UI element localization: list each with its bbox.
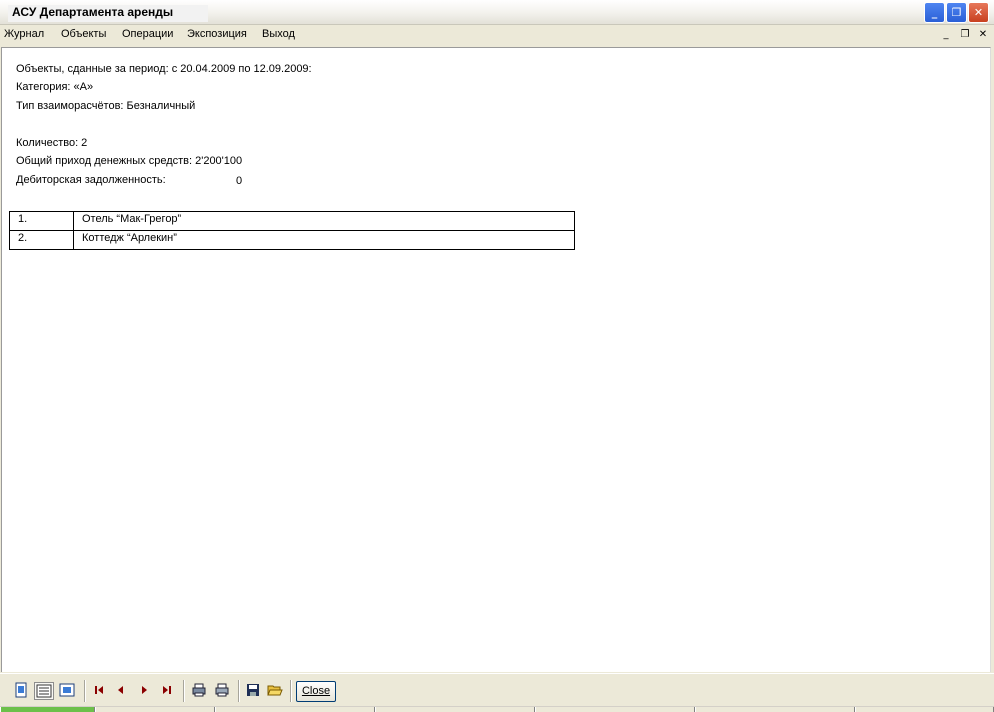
taskbar-segment [215,707,375,712]
title-bar[interactable]: АСУ Департамента аренды _ ❐ ✕ [0,0,994,25]
page-width-icon[interactable] [34,682,54,700]
menu-operations[interactable]: Операции [122,28,173,40]
one-page-icon[interactable] [11,682,31,700]
taskbar-segment [535,707,695,712]
menu-exit[interactable]: Выход [262,28,295,40]
toolbar-separator [238,680,240,702]
save-icon[interactable] [243,682,263,700]
close-window-button[interactable]: ✕ [968,2,989,23]
minimize-button[interactable]: _ [924,2,945,23]
report-income: Общий приход денежных средств: 2'200'100 [16,155,243,167]
table-row: 1. Отель “Мак-Грегор” [9,211,575,231]
report-debt-label: Дебиторская задолженность: [16,174,166,186]
row-number: 2. [9,230,74,250]
report-count: Количество: 2 [16,137,88,149]
mdi-restore-button[interactable]: ❐ [957,28,973,42]
mdi-minimize-button[interactable]: _ [938,28,954,42]
toolbar-separator [290,680,292,702]
taskbar-segment [0,707,95,712]
menu-exposition[interactable]: Экспозиция [187,28,247,40]
app-window: АСУ Департамента аренды _ ❐ ✕ Журнал Объ… [0,0,994,712]
maximize-button[interactable]: ❐ [946,2,967,23]
prev-page-icon[interactable] [111,682,131,700]
report-debt-value: 0 [236,175,243,187]
taskbar-segment [855,707,994,712]
row-object-name: Отель “Мак-Грегор” [73,211,575,231]
first-page-icon[interactable] [89,682,109,700]
menu-bar: Журнал Объекты Операции Экспозиция Выход… [0,26,994,45]
next-page-icon[interactable] [134,682,154,700]
open-icon[interactable] [265,682,285,700]
preview-toolbar: Close [0,673,994,706]
close-preview-button[interactable]: Close [296,681,336,702]
toolbar-separator [183,680,185,702]
taskbar-segment [95,707,215,712]
window-title: АСУ Департамента аренды [8,5,208,22]
taskbar-segment [375,707,535,712]
table-row: 2. Коттедж “Арлекин” [9,230,575,250]
report-preview[interactable]: Объекты, сданные за период: с 20.04.2009… [1,47,991,672]
print-icon[interactable] [212,682,232,700]
report-payment-type: Тип взаиморасчётов: Безналичный [16,100,196,112]
row-object-name: Коттедж “Арлекин” [73,230,575,250]
menu-objects[interactable]: Объекты [61,28,106,40]
menu-journal[interactable]: Журнал [4,28,44,40]
mdi-close-button[interactable]: ✕ [975,28,991,42]
row-number: 1. [9,211,74,231]
taskbar-strip [0,706,994,712]
print-setup-icon[interactable] [189,682,209,700]
report-category: Категория: «А» [16,81,94,93]
report-period: Объекты, сданные за период: с 20.04.2009… [16,63,312,75]
objects-table: 1. Отель “Мак-Грегор” 2. Коттедж “Арлеки… [9,211,575,250]
close-button-label: Close [301,685,331,697]
taskbar-segment [695,707,855,712]
last-page-icon[interactable] [157,682,177,700]
full-page-icon[interactable] [57,682,77,700]
toolbar-separator [84,680,86,702]
